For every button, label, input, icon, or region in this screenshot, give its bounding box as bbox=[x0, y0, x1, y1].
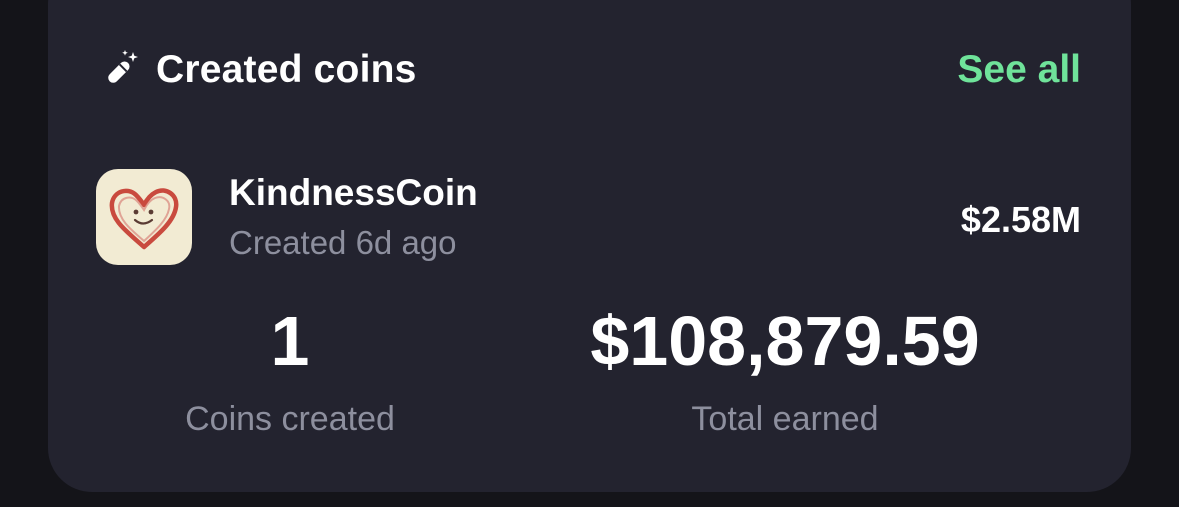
coins-created-value: 1 bbox=[270, 302, 310, 380]
header-title-group: Created coins bbox=[100, 48, 417, 92]
card-header: Created coins See all bbox=[100, 48, 1081, 92]
card-title: Created coins bbox=[156, 48, 417, 91]
coins-created-label: Coins created bbox=[185, 400, 395, 438]
magic-wand-icon bbox=[100, 49, 142, 91]
total-earned-value: $108,879.59 bbox=[590, 302, 980, 380]
coin-value: $2.58M bbox=[960, 199, 1081, 240]
see-all-link[interactable]: See all bbox=[957, 48, 1081, 92]
heart-smiley-icon bbox=[109, 188, 179, 250]
coins-created-stat: 1 Coins created bbox=[150, 300, 430, 439]
coin-created-time: Created 6d ago bbox=[229, 224, 457, 261]
coin-avatar bbox=[96, 169, 192, 265]
total-earned-label: Total earned bbox=[691, 400, 879, 438]
coin-name: KindnessCoin bbox=[229, 172, 478, 213]
total-earned-stat: $108,879.59 Total earned bbox=[535, 300, 1035, 439]
coin-list-item[interactable]: KindnessCoin Created 6d ago $2.58M bbox=[96, 169, 1081, 265]
